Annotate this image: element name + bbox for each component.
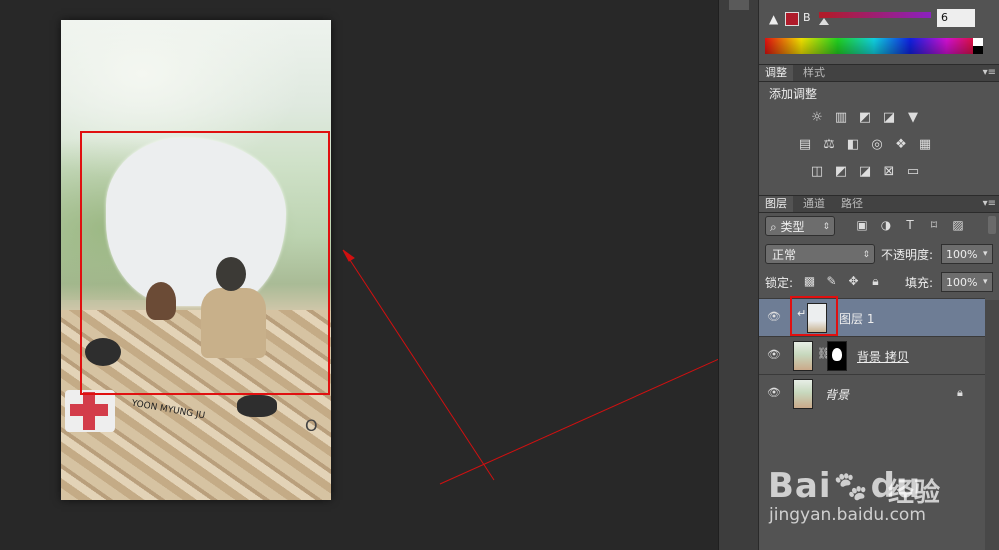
bw-icon[interactable]: ◧ <box>845 138 861 152</box>
invert-icon[interactable]: ◫ <box>809 165 825 179</box>
filter-type-icon[interactable]: T <box>903 218 917 232</box>
layer-name[interactable]: 背景 <box>825 386 849 403</box>
threshold-icon[interactable]: ◪ <box>857 165 873 179</box>
adjustments-tabbar: 调整 样式 ▾≡ <box>759 64 999 82</box>
panel-menu-icon[interactable]: ▾≡ <box>983 65 996 81</box>
watermark-logo-text: Bai <box>768 466 832 506</box>
exposure-icon[interactable]: ◪ <box>881 111 897 125</box>
layers-scrollbar[interactable] <box>985 300 999 550</box>
vibrance-icon[interactable]: ▼ <box>905 111 921 125</box>
lock-position-icon[interactable]: ✥ <box>847 275 860 288</box>
lock-all-icon[interactable]: 🔒︎ <box>869 275 882 288</box>
blend-mode-select[interactable]: 正常 ⇕ <box>765 244 875 264</box>
channel-slider-thumb[interactable] <box>819 18 829 25</box>
spectrum-white[interactable] <box>973 38 983 46</box>
posterize-icon[interactable]: ◩ <box>833 165 849 179</box>
brightness-icon[interactable]: ☼ <box>809 111 825 125</box>
color-balance-icon[interactable]: ⚖ <box>821 138 837 152</box>
annotation-arrowhead-1 <box>342 249 355 262</box>
color-lookup-icon[interactable]: ▦ <box>917 138 933 152</box>
dock-mini-icon[interactable] <box>729 0 749 10</box>
opacity-label: 不透明度: <box>881 248 934 262</box>
layers-menu-icon[interactable]: ▾≡ <box>983 196 996 212</box>
tab-paths[interactable]: 路径 <box>835 196 869 212</box>
layers-tabbar: 图层 通道 路径 ▾≡ <box>759 195 999 213</box>
layer-row-background-copy[interactable]: 👁︎ ⛓︎ 背景 拷贝 <box>759 336 985 374</box>
gradient-map-icon[interactable]: ▭ <box>905 165 921 179</box>
channel-mixer-icon[interactable]: ❖ <box>893 138 909 152</box>
eye-icon[interactable]: 👁︎ <box>767 311 781 323</box>
layer-thumbnail <box>793 379 813 409</box>
filter-pixel-icon[interactable]: ▣ <box>855 218 869 232</box>
layer-name[interactable]: 图层 1 <box>839 310 874 327</box>
filter-smart-icon[interactable]: ▨ <box>951 218 965 232</box>
lock-label: 锁定: <box>765 276 794 290</box>
blend-mode-value: 正常 <box>772 248 797 262</box>
fill-label: 填充: <box>905 276 934 290</box>
watermark-url: jingyan.baidu.com <box>769 505 926 525</box>
color-swatch[interactable] <box>785 12 799 26</box>
selective-color-icon[interactable]: ⊠ <box>881 165 897 179</box>
tab-channels[interactable]: 通道 <box>797 196 831 212</box>
fill-dropdown-icon[interactable]: ▾ <box>983 277 996 287</box>
filter-adjustment-icon[interactable]: ◑ <box>879 218 893 232</box>
search-icon: ⌕ <box>770 220 781 234</box>
annotation-arrow-line-1 <box>345 253 495 481</box>
eye-icon[interactable]: 👁︎ <box>767 387 781 399</box>
lock-icon: 🔒︎ <box>957 386 963 399</box>
channel-label: B <box>803 11 811 24</box>
channel-value-input[interactable]: 6 <box>937 9 975 27</box>
layer-row-background[interactable]: 👁︎ 背景 🔒︎ <box>759 374 985 412</box>
layer-name[interactable]: 背景 拷贝 <box>857 348 909 365</box>
paw-icon: 🐾︎ <box>831 470 871 505</box>
filter-shape-icon[interactable]: ⌑ <box>927 218 941 232</box>
layer-mask-thumbnail[interactable] <box>827 341 847 371</box>
channel-slider[interactable] <box>819 12 931 18</box>
tab-styles[interactable]: 样式 <box>797 65 831 81</box>
layer-thumbnail <box>793 341 813 371</box>
color-panel: ▲ B 6 <box>759 0 999 58</box>
panel-dock-strip <box>718 0 759 550</box>
curves-icon[interactable]: ◩ <box>857 111 873 125</box>
lock-transparent-icon[interactable]: ▩ <box>803 275 816 288</box>
chevron-updown-icon: ⇕ <box>862 250 870 260</box>
gamut-warning-icon[interactable]: ▲ <box>769 12 778 26</box>
chevron-updown-icon: ⇕ <box>822 222 830 232</box>
spectrum-black[interactable] <box>973 46 983 54</box>
annotation-highlight-box <box>790 296 838 336</box>
levels-icon[interactable]: ▥ <box>833 111 849 125</box>
opacity-dropdown-icon[interactable]: ▾ <box>983 249 996 259</box>
adjustments-title: 添加调整 <box>769 87 818 101</box>
layer-filter-select[interactable]: ⌕ 类型 ⇕ <box>765 216 835 236</box>
hue-icon[interactable]: ▤ <box>797 138 813 152</box>
tab-adjustments[interactable]: 调整 <box>759 65 793 81</box>
filter-kind-label: 类型 <box>780 220 805 234</box>
watermark-cn: 经验 <box>888 478 941 508</box>
filter-toggle[interactable] <box>988 216 996 234</box>
photo-filter-icon[interactable]: ◎ <box>869 138 885 152</box>
color-spectrum[interactable] <box>765 38 983 54</box>
eye-icon[interactable]: 👁︎ <box>767 349 781 361</box>
lock-pixels-icon[interactable]: ✎ <box>825 275 838 288</box>
tab-layers[interactable]: 图层 <box>759 196 793 212</box>
